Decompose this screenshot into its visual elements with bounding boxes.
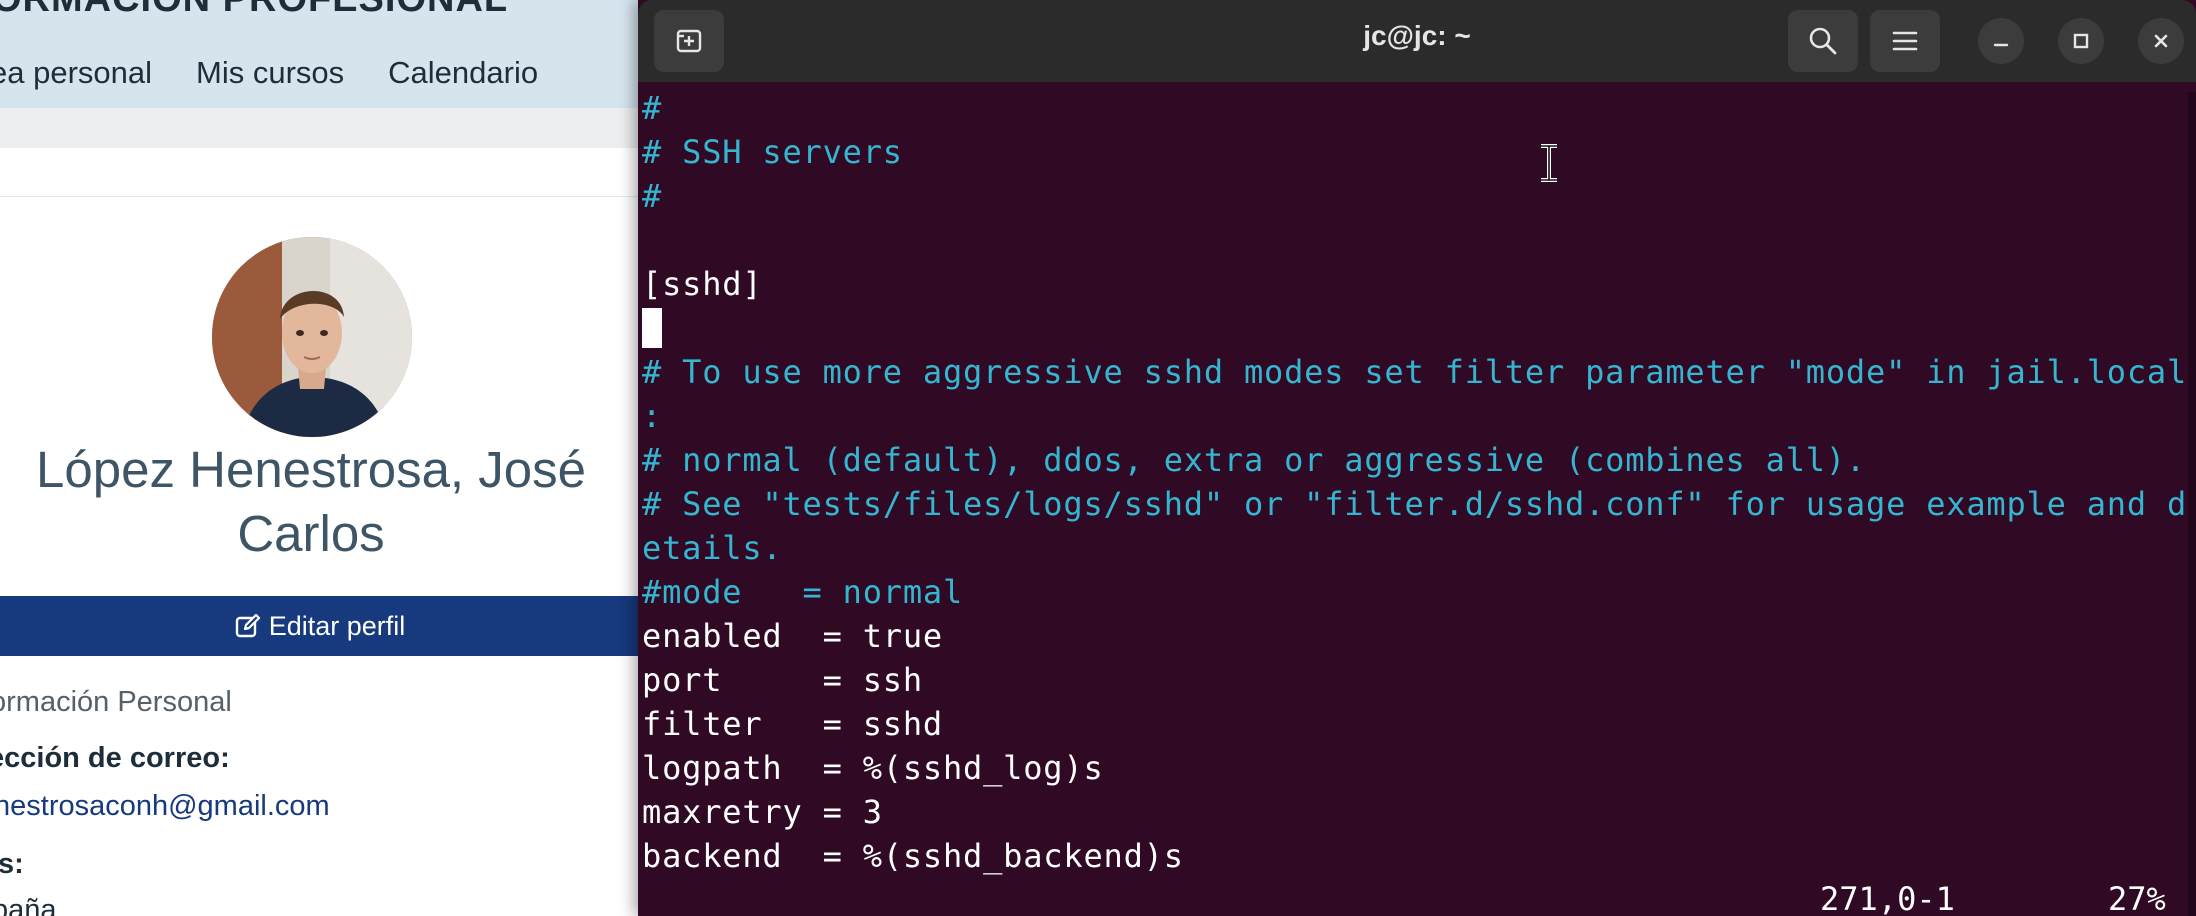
minimize-button[interactable] [1978,18,2024,64]
edit-profile-label: Editar perfil [268,610,406,641]
terminal-line: [sshd] [642,265,763,303]
menu-button[interactable] [1870,10,1940,72]
terminal-line: #mode = normal [642,573,964,611]
minimize-icon [1993,43,2009,47]
terminal-line: port = ssh [642,661,923,699]
terminal-titlebar[interactable]: jc@jc: ~ [638,0,2196,82]
email-label: ección de correo: [0,742,230,774]
email-link[interactable]: nestrosaconh@gmail.com [0,790,330,823]
edit-profile-button[interactable]: Editar perfil [0,596,640,656]
site-title: ORMACIÓN PROFESIONAL [0,0,508,21]
terminal-line: filter = sshd [642,705,943,743]
browser-page: ORMACIÓN PROFESIONAL ea personal Mis cur… [0,0,660,916]
hamburger-menu-icon [1892,31,1918,51]
terminal-line: backend = %(sshd_backend)s [642,837,1184,875]
maximize-icon [2073,33,2089,49]
scrollbar[interactable] [2188,92,2196,916]
nav-link-area-personal[interactable]: ea personal [0,48,152,98]
terminal-content[interactable]: # # SSH servers # [sshd] # To use more a… [638,82,2196,916]
country-value: paña [0,894,57,916]
terminal-line: # SSH servers [642,133,903,171]
search-button[interactable] [1788,10,1858,72]
terminal-line: # [642,177,663,215]
site-header: ORMACIÓN PROFESIONAL ea personal Mis cur… [0,0,660,108]
terminal-line: maxretry = 3 [642,793,883,831]
ibeam-cursor-icon [1541,144,1557,182]
site-nav: ea personal Mis cursos Calendario [0,48,538,98]
close-icon [2154,34,2168,48]
header-divider [0,108,660,148]
terminal-line: # normal (default), ddos, extra or aggre… [642,441,1867,479]
divider [0,196,660,197]
terminal-line: etails. [642,529,783,567]
window-title: jc@jc: ~ [1363,20,1471,51]
country-label: ís: [0,848,24,880]
text-cursor [642,308,662,348]
scroll-percent: 27% [2108,880,2166,916]
nav-link-calendario[interactable]: Calendario [388,48,538,98]
avatar [212,237,412,437]
maximize-button[interactable] [2058,18,2104,64]
avatar-photo [212,237,412,437]
terminal-line: logpath = %(sshd_log)s [642,749,1104,787]
search-icon [1809,27,1837,55]
terminal-line: # To use more aggressive sshd modes set … [642,353,2188,391]
terminal-line: enabled = true [642,617,943,655]
terminal-line: # [642,89,663,127]
terminal-line: # See "tests/files/logs/sshd" or "filter… [642,485,2188,523]
terminal-line: : [642,397,663,435]
section-title: ormación Personal [0,686,232,718]
terminal-window: jc@jc: ~ # # SSH servers # [sshd] # To u… [638,0,2196,916]
close-button[interactable] [2138,18,2184,64]
user-name: López Henestrosa, José Carlos [36,441,586,562]
nav-link-mis-cursos[interactable]: Mis cursos [196,48,344,98]
edit-icon [235,613,260,638]
cursor-position: 271,0-1 [1820,880,1955,916]
